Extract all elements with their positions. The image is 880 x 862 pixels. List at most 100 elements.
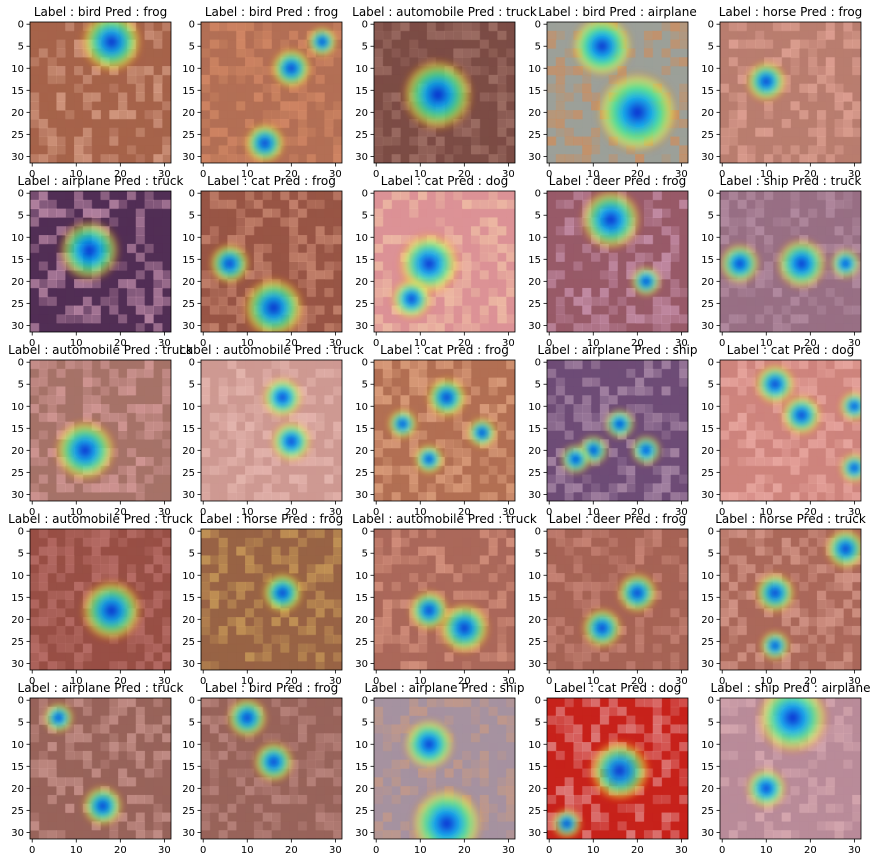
y-tick-label: 30 [182,490,195,501]
y-tick-label: 0 [362,358,368,369]
y-tick-label: 0 [18,527,24,538]
y-tick-label: 20 [182,446,195,457]
panel-title: Label : cat Pred : dog [727,343,854,357]
panels-grid: 0 5 10 15 20 25 30 0 10 20 30 Label : bird Pred : f… [8,5,870,856]
heatmap-hotspot [603,408,636,440]
heatmap-hotspot [306,25,339,58]
heatmap-hotspot [579,191,643,252]
x-tick-label: 0 [373,169,379,180]
heatmap-panel: 0510152025300 10 20 30Label : cat Pred : do… [701,343,862,518]
panel-image [547,22,688,163]
panel-title: Label : bird Pred : frog [205,5,338,19]
y-tick-label: 0 [362,189,368,200]
y-tick-label: 20 [701,108,714,119]
y-tick-label: 30 [11,321,24,332]
y-tick-label: 15 [11,593,24,604]
heatmap-panel: 0510152025300 10 20 30Label : airplane Pred… [11,174,183,349]
panel-image [547,360,688,501]
heatmap-panel: 0510152025300 10 20 30Label : airplane Pred… [528,343,697,518]
y-tick-label: 20 [11,108,24,119]
heatmap-panel: 0510152025300 10 20 30Label : automobile Pr… [179,343,364,518]
y-tick-label: 10 [528,64,541,75]
y-tick-label: 20 [528,277,541,288]
y-tick-label: 10 [355,64,368,75]
y-tick-label: 5 [535,211,541,222]
panel-title: Label : ship Pred : truck [720,174,862,188]
y-tick-label: 30 [355,152,368,163]
y-tick-label: 0 [362,20,368,31]
y-tick-label: 5 [708,211,714,222]
heatmap-hotspot [838,390,861,423]
y-tick-label: 10 [182,402,195,413]
y-tick-label: 25 [701,299,714,310]
y-tick-label: 0 [189,527,195,538]
y-tick-label: 5 [708,380,714,391]
panel-title: Label : airplane Pred : truck [18,174,184,188]
panel-title: Label : airplane Pred : ship [538,343,698,357]
heatmap-panel: 0510152025300 10 20 30Label : cat Pred : fr… [355,343,516,518]
y-tick-label: 25 [528,299,541,310]
panel-image [201,529,342,670]
heatmap-panel: 0510152025300 10 20 30Label : cat Pred : do… [355,174,516,349]
panel-image [547,191,688,332]
heatmap-panel: 0510152025300 10 20 30Label : automobile Pr… [352,5,537,180]
y-tick-label: 20 [11,446,24,457]
y-tick-label: 30 [182,659,195,670]
y-tick-label: 5 [189,380,195,391]
panel-title: Label : horse Pred : frog [200,512,344,526]
heatmap-hotspot [413,443,445,476]
y-tick-label: 15 [701,86,714,97]
y-tick-label: 20 [528,108,541,119]
heatmap-hotspot [400,57,475,132]
panel-title: Label : horse Pred : frog [719,5,863,19]
y-tick-label: 15 [11,255,24,266]
y-tick-label: 30 [701,152,714,163]
heatmap-panel: 0510152025300 10 20 30Label : automobile Pr… [8,512,193,687]
y-tick-label: 15 [528,255,541,266]
heatmap-hotspot [270,420,313,463]
heatmap-panel: 0510152025300 10 20 30Label : bird Pred : a… [528,5,696,180]
y-tick-label: 5 [708,42,714,53]
y-tick-label: 25 [355,299,368,310]
panel-title: Label : bird Pred : airplane [538,5,696,19]
y-tick-label: 15 [528,424,541,435]
heatmap-hotspot [466,416,498,449]
heatmap-hotspot [630,434,663,467]
panel-image [720,22,861,163]
y-tick-label: 5 [362,380,368,391]
y-tick-label: 5 [18,380,24,391]
panel-image [30,360,171,501]
y-tick-label: 10 [11,64,24,75]
panel-title: Label : automobile Pred : truck [8,512,193,526]
panel-title: Label : automobile Pred : truck [179,343,364,357]
panel-image [720,191,861,332]
y-tick-label: 25 [11,468,24,479]
heatmap-hotspot [630,265,663,298]
y-tick-label: 10 [528,402,541,413]
y-tick-label: 25 [182,468,195,479]
y-tick-label: 20 [11,615,24,626]
y-tick-label: 25 [11,637,24,648]
panel-title: Label : cat Pred : dog [381,174,508,188]
y-tick-label: 25 [182,130,195,141]
panel-title: Label : deer Pred : frog [549,174,686,188]
panel-image [201,360,342,501]
y-tick-label: 15 [182,424,195,435]
y-tick-label: 10 [355,402,368,413]
y-tick-label: 25 [182,637,195,648]
y-tick-label: 30 [528,152,541,163]
figure: 0 5 10 15 20 25 30 0 10 20 30 Label : bird Pred : f… [8,5,870,856]
heatmap-panel: 0510152025300 10 20 30Label : horse Pred : … [182,512,343,687]
y-tick-label: 15 [355,424,368,435]
heatmap-hotspot [838,452,861,484]
panel-image [720,360,861,501]
heatmap-hotspot [261,571,304,615]
panel-image [201,191,342,332]
heatmap-hotspot [386,408,419,440]
y-tick-label: 30 [355,321,368,332]
heatmap-panel: 0510152025300 10 20 30Label : automobile Pr… [352,512,537,687]
y-tick-label: 0 [708,358,714,369]
y-tick-label: 30 [701,490,714,501]
y-tick-label: 15 [701,424,714,435]
panel-image [374,529,515,670]
